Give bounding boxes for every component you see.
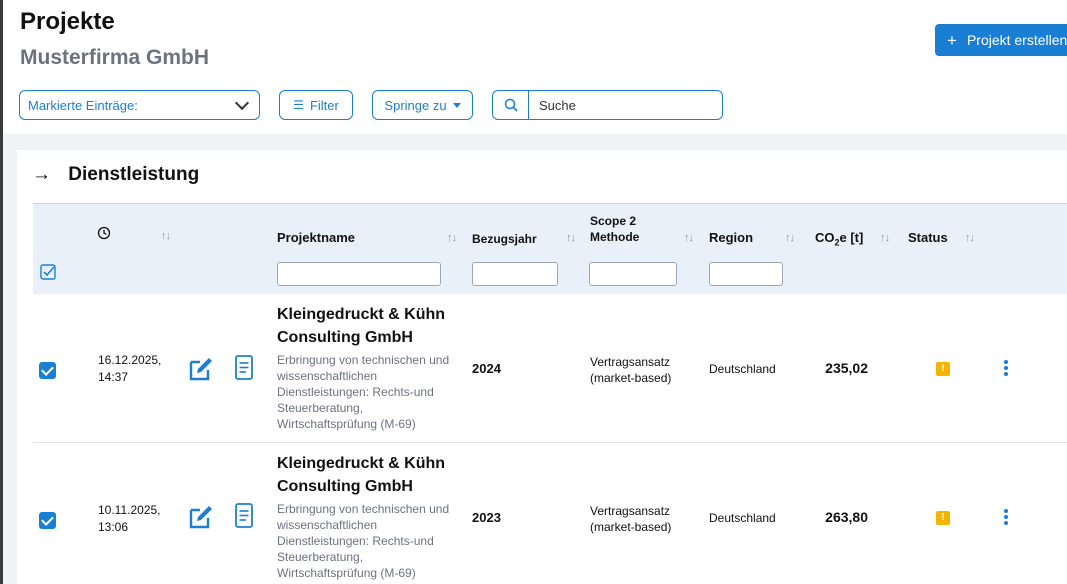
project-name[interactable]: Kleingedruckt & Kühn Consulting GmbH: [277, 452, 467, 498]
column-header-co2[interactable]: CO2e [t]: [815, 230, 863, 248]
document-icon[interactable]: [235, 355, 253, 385]
clock-icon[interactable]: [97, 226, 111, 243]
page-title: Projekte: [20, 8, 115, 35]
sort-icon[interactable]: ↑↓: [566, 232, 576, 244]
project-name[interactable]: Kleingedruckt & Kühn Consulting GmbH: [277, 303, 467, 349]
chevron-down-icon: [234, 95, 250, 111]
content-separator: [3, 134, 1067, 150]
marked-entries-select[interactable]: Markierte Einträge:: [19, 90, 260, 120]
sort-icon[interactable]: ↑↓: [447, 232, 457, 244]
sort-icon[interactable]: ↑↓: [684, 232, 694, 244]
column-header-scope-line2: Methode: [590, 230, 640, 244]
marked-entries-label: Markierte Einträge:: [28, 97, 138, 113]
jump-to-dropdown[interactable]: Springe zu: [372, 90, 473, 120]
row-region: Deutschland: [709, 511, 776, 525]
create-project-label: Projekt erstellen: [966, 32, 1067, 48]
table-filter-row: [33, 252, 1067, 294]
row-year: 2024: [472, 361, 501, 376]
sort-icon[interactable]: ↑↓: [785, 232, 795, 244]
project-info: Kleingedruckt & Kühn Consulting GmbH Erb…: [277, 303, 467, 432]
edit-icon[interactable]: [188, 504, 214, 535]
row-date: 16.12.2025,: [98, 353, 162, 367]
filter-icon: ☰: [293, 98, 304, 112]
row-co2: 263,80: [825, 509, 868, 525]
sort-icon[interactable]: ↑↓: [965, 232, 975, 244]
project-info: Kleingedruckt & Kühn Consulting GmbH Erb…: [277, 452, 467, 581]
search-icon[interactable]: [493, 91, 529, 119]
content-gutter: [3, 134, 17, 584]
filter-input-region[interactable]: [709, 262, 783, 286]
section-title: Dienstleistung: [68, 164, 200, 185]
caret-down-icon: [452, 102, 461, 108]
filter-input-name[interactable]: [277, 262, 441, 286]
column-header-name[interactable]: Projektname: [277, 230, 355, 245]
filter-input-year[interactable]: [472, 262, 558, 286]
search-input[interactable]: [529, 96, 721, 114]
arrow-right-icon: →: [32, 164, 51, 185]
sort-icon[interactable]: ↑↓: [880, 232, 890, 244]
row-timestamp: 16.12.2025, 14:37: [98, 352, 161, 386]
co2-suffix: e [t]: [839, 230, 864, 245]
status-warning-icon[interactable]: !: [936, 362, 950, 376]
column-header-scope-line1: Scope 2: [590, 214, 637, 228]
project-description: Erbringung von technischen und wissensch…: [277, 353, 450, 431]
row-year: 2023: [472, 510, 501, 525]
search-box[interactable]: [492, 90, 723, 120]
co2-prefix: CO: [815, 230, 835, 245]
row-timestamp: 10.11.2025, 13:06: [98, 502, 161, 536]
row-method: Vertragsansatz (market-based): [590, 504, 672, 534]
section-heading: → Dienstleistung: [32, 164, 199, 186]
row-checkbox[interactable]: [39, 512, 56, 529]
row-time: 14:37: [98, 370, 129, 384]
column-header-year[interactable]: Bezugsjahr: [472, 232, 537, 246]
kebab-menu-icon[interactable]: [1004, 360, 1008, 378]
table-header: ↑↓ Projektname ↑↓ Bezugsjahr ↑↓ Scope 2 …: [33, 203, 1067, 252]
sort-icon[interactable]: ↑↓: [161, 230, 171, 242]
status-warning-icon[interactable]: !: [936, 511, 950, 525]
row-date: 10.11.2025,: [98, 503, 161, 517]
column-header-status[interactable]: Status: [908, 230, 948, 245]
column-header-region[interactable]: Region: [709, 230, 753, 245]
company-name: Musterfirma GmbH: [20, 46, 210, 69]
edit-icon[interactable]: [188, 356, 214, 387]
jump-to-label: Springe zu: [384, 97, 447, 113]
row-region: Deutschland: [709, 362, 776, 376]
row-checkbox[interactable]: [39, 362, 56, 379]
select-all-icon[interactable]: [40, 264, 56, 285]
filter-input-method[interactable]: [589, 262, 677, 286]
row-divider: [33, 442, 1067, 443]
row-method: Vertragsansatz (market-based): [590, 355, 672, 385]
filter-button[interactable]: ☰ Filter: [279, 90, 353, 120]
kebab-menu-icon[interactable]: [1004, 509, 1008, 527]
row-time: 13:06: [98, 520, 129, 534]
document-icon[interactable]: [235, 503, 253, 533]
project-description: Erbringung von technischen und wissensch…: [277, 502, 450, 580]
plus-icon: +: [947, 30, 957, 50]
create-project-button[interactable]: + Projekt erstellen: [935, 24, 1067, 56]
filter-label: Filter: [309, 97, 339, 113]
column-header-scope[interactable]: Scope 2 Methode: [590, 214, 639, 244]
row-co2: 235,02: [825, 360, 868, 376]
